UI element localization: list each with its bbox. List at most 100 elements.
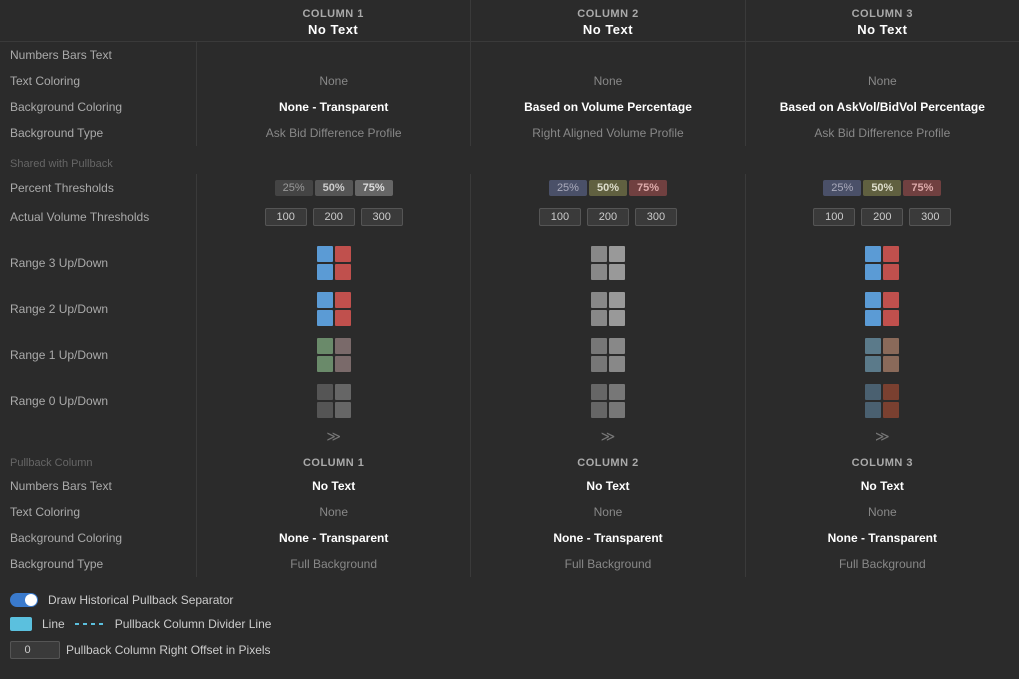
col3-range0-swatch4[interactable] <box>883 402 899 418</box>
range1-label: Range 1 Up/Down <box>0 332 196 378</box>
col3-pct-25[interactable]: 25% <box>823 180 861 196</box>
col2-range2-swatch4[interactable] <box>609 310 625 326</box>
col2-range0-swatch4[interactable] <box>609 402 625 418</box>
col3-range1-swatch1[interactable] <box>865 338 881 354</box>
col1-range3[interactable] <box>196 240 470 286</box>
col2-range0-swatch2[interactable] <box>609 384 625 400</box>
col1-pct[interactable]: 25% 50% 75% <box>196 174 470 202</box>
col3-pct[interactable]: 25% 50% 75% <box>745 174 1019 202</box>
col2-range1-swatch4[interactable] <box>609 356 625 372</box>
col3-range1-swatch4[interactable] <box>883 356 899 372</box>
col2-range1-swatch1[interactable] <box>591 338 607 354</box>
col1-range1-swatch1[interactable] <box>317 338 333 354</box>
col1-range0[interactable] <box>196 378 470 424</box>
col2-range1-swatch3[interactable] <box>591 356 607 372</box>
col1-vol-3[interactable] <box>361 208 403 226</box>
col1-range2-swatch2[interactable] <box>335 292 351 308</box>
col2-range0-swatch3[interactable] <box>591 402 607 418</box>
offset-input[interactable] <box>10 641 60 659</box>
col1-range0-swatch2[interactable] <box>335 384 351 400</box>
col2-range2-swatch1[interactable] <box>591 292 607 308</box>
col1-range3-swatch1[interactable] <box>317 246 333 262</box>
col1-range1-swatch4[interactable] <box>335 356 351 372</box>
col1-range2[interactable] <box>196 286 470 332</box>
col3-range0-swatch1[interactable] <box>865 384 881 400</box>
col3-range0-swatch3[interactable] <box>865 402 881 418</box>
col2-range0-swatch1[interactable] <box>591 384 607 400</box>
col1-range1[interactable] <box>196 332 470 378</box>
col1-pct-50[interactable]: 50% <box>315 180 353 196</box>
col2-vol[interactable] <box>470 202 744 232</box>
col3-range3-swatch3[interactable] <box>865 264 881 280</box>
col3-range3-swatch1[interactable] <box>865 246 881 262</box>
col2-vol-2[interactable] <box>587 208 629 226</box>
col1-range3-swatch4[interactable] <box>335 264 351 280</box>
col1-text-coloring: None <box>196 68 470 94</box>
col1-range3-swatch2[interactable] <box>335 246 351 262</box>
col2-vol-1[interactable] <box>539 208 581 226</box>
col2-range3-swatch2[interactable] <box>609 246 625 262</box>
col2-range1[interactable] <box>470 332 744 378</box>
col3-range1-swatch3[interactable] <box>865 356 881 372</box>
col2-range0[interactable] <box>470 378 744 424</box>
col1-header-sub: No Text <box>206 22 460 37</box>
col2-range3-swatch3[interactable] <box>591 264 607 280</box>
col2-range1-swatch2[interactable] <box>609 338 625 354</box>
col3-vol-2[interactable] <box>861 208 903 226</box>
col3-pct-50[interactable]: 50% <box>863 180 901 196</box>
col3-range1[interactable] <box>745 332 1019 378</box>
expand-col2[interactable]: ≫ <box>470 424 744 449</box>
col3-range2-swatch1[interactable] <box>865 292 881 308</box>
col2-pct[interactable]: 25% 50% 75% <box>470 174 744 202</box>
col3-range2[interactable] <box>745 286 1019 332</box>
col1-pct-25[interactable]: 25% <box>275 180 313 196</box>
col1-range2-swatch4[interactable] <box>335 310 351 326</box>
expand-col1[interactable]: ≫ <box>196 424 470 449</box>
col3-range1-swatch2[interactable] <box>883 338 899 354</box>
col2-range3[interactable] <box>470 240 744 286</box>
col1-vol[interactable] <box>196 202 470 232</box>
pullback-col1-header: COLUMN 1 <box>196 449 470 473</box>
col1-vol-2[interactable] <box>313 208 355 226</box>
col1-vol-1[interactable] <box>265 208 307 226</box>
col2-range2-swatch3[interactable] <box>591 310 607 326</box>
col3-range2-swatch2[interactable] <box>883 292 899 308</box>
col3-range3-swatch2[interactable] <box>883 246 899 262</box>
col2-range3-swatch4[interactable] <box>609 264 625 280</box>
col1-pct-75[interactable]: 75% <box>355 180 393 196</box>
col3-vol-3[interactable] <box>909 208 951 226</box>
col3-range0[interactable] <box>745 378 1019 424</box>
col3-vol-1[interactable] <box>813 208 855 226</box>
col3-range3[interactable] <box>745 240 1019 286</box>
col3-range0-swatch2[interactable] <box>883 384 899 400</box>
line-color-swatch[interactable] <box>10 617 32 631</box>
col2-range2-swatch2[interactable] <box>609 292 625 308</box>
col1-range1-swatch3[interactable] <box>317 356 333 372</box>
col3-header: COLUMN 3 No Text <box>745 0 1019 42</box>
col2-pct-75[interactable]: 75% <box>629 180 667 196</box>
col2-pct-25[interactable]: 25% <box>549 180 587 196</box>
col2-bg-type: Right Aligned Volume Profile <box>470 120 744 146</box>
col2-vol-3[interactable] <box>635 208 677 226</box>
col1-range0-swatch4[interactable] <box>335 402 351 418</box>
separator-toggle[interactable] <box>10 593 38 607</box>
col1-range2-swatch3[interactable] <box>317 310 333 326</box>
expand-col3[interactable]: ≫ <box>745 424 1019 449</box>
pullback-col1-numbers: No Text <box>196 473 470 499</box>
col3-range2-swatch3[interactable] <box>865 310 881 326</box>
bottom-section: Draw Historical Pullback Separator Line … <box>0 577 1019 669</box>
col1-range2-swatch1[interactable] <box>317 292 333 308</box>
col3-vol[interactable] <box>745 202 1019 232</box>
col1-range1-swatch2[interactable] <box>335 338 351 354</box>
col1-range0-swatch3[interactable] <box>317 402 333 418</box>
col3-pct-75[interactable]: 75% <box>903 180 941 196</box>
col3-range3-swatch4[interactable] <box>883 264 899 280</box>
col1-range3-swatch3[interactable] <box>317 264 333 280</box>
col3-range2-swatch4[interactable] <box>883 310 899 326</box>
col1-range0-swatch1[interactable] <box>317 384 333 400</box>
line-label: Line <box>42 617 65 631</box>
col2-pct-50[interactable]: 50% <box>589 180 627 196</box>
col2-range2[interactable] <box>470 286 744 332</box>
offset-row: Pullback Column Right Offset in Pixels <box>10 641 1009 659</box>
col2-range3-swatch1[interactable] <box>591 246 607 262</box>
